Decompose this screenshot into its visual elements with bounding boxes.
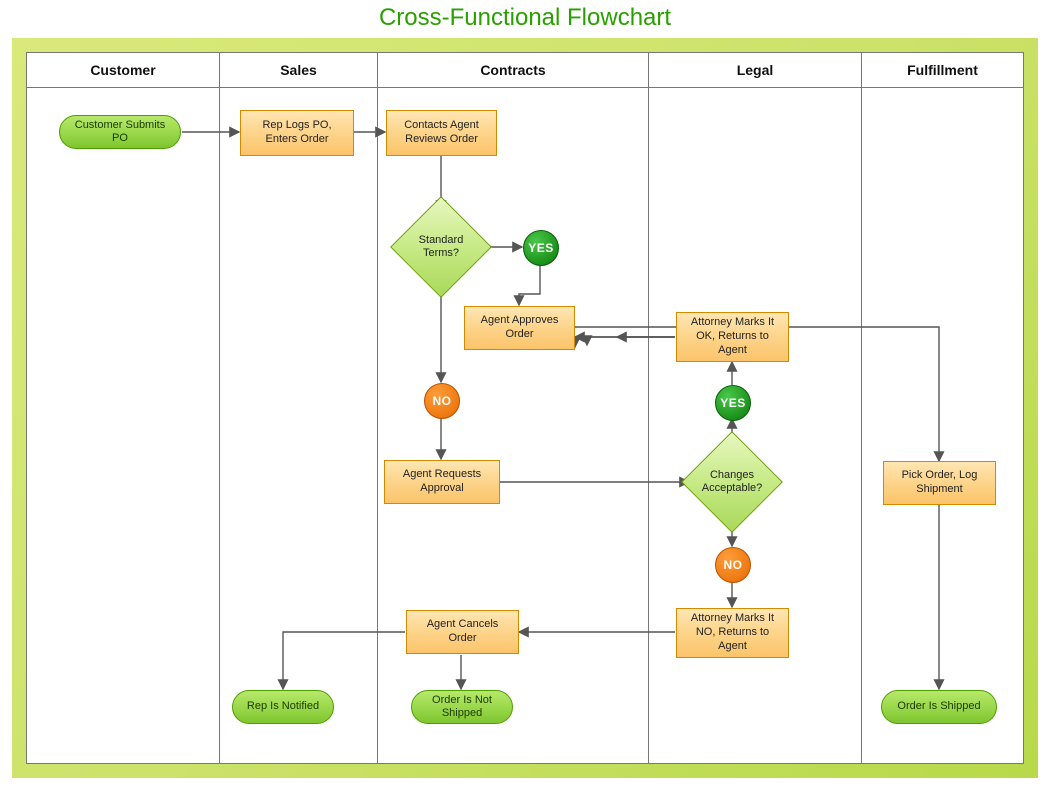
lane-header-fulfillment: Fulfillment [862,53,1023,87]
terminator-customer-submits-po: Customer Submits PO [59,115,181,149]
process-rep-logs-po: Rep Logs PO, Enters Order [240,110,354,156]
lane-header-sales: Sales [220,53,378,87]
process-attorney-no: Attorney Marks It NO, Returns to Agent [676,608,789,658]
decision-standard-terms: Standard Terms? [405,211,477,283]
lane-header-legal: Legal [649,53,862,87]
badge-yes-standard-terms: YES [523,230,559,266]
connectors [27,87,1023,763]
process-pick-order: Pick Order, Log Shipment [883,461,996,505]
diagram-canvas: Customer Sales Contracts Legal Fulfillme… [12,38,1038,778]
lane-header-customer: Customer [27,53,220,87]
diagram-stage: Customer Submits PO Rep Logs PO, Enters … [27,87,1023,763]
process-agent-approves-order: Agent Approves Order [464,306,575,350]
process-agent-requests-approval: Agent Requests Approval [384,460,500,504]
badge-yes-changes: YES [715,385,751,421]
lane-header-contracts: Contracts [378,53,649,87]
lane-headers: Customer Sales Contracts Legal Fulfillme… [27,53,1023,88]
diagram-frame: Cross-Functional Flowchart Customer Sale… [0,0,1050,790]
terminator-order-shipped: Order Is Shipped [881,690,997,724]
badge-no-changes: NO [715,547,751,583]
terminator-rep-notified: Rep Is Notified [232,690,334,724]
process-attorney-ok: Attorney Marks It OK, Returns to Agent [676,312,789,362]
process-agent-reviews-order: Contacts Agent Reviews Order [386,110,497,156]
terminator-order-not-shipped: Order Is Not Shipped [411,690,513,724]
lane-area: Customer Sales Contracts Legal Fulfillme… [26,52,1024,764]
diagram-title: Cross-Functional Flowchart [0,0,1050,32]
decision-changes-acceptable: Changes Acceptable? [696,446,768,518]
badge-no-standard-terms: NO [424,383,460,419]
process-agent-cancels-order: Agent Cancels Order [406,610,519,654]
